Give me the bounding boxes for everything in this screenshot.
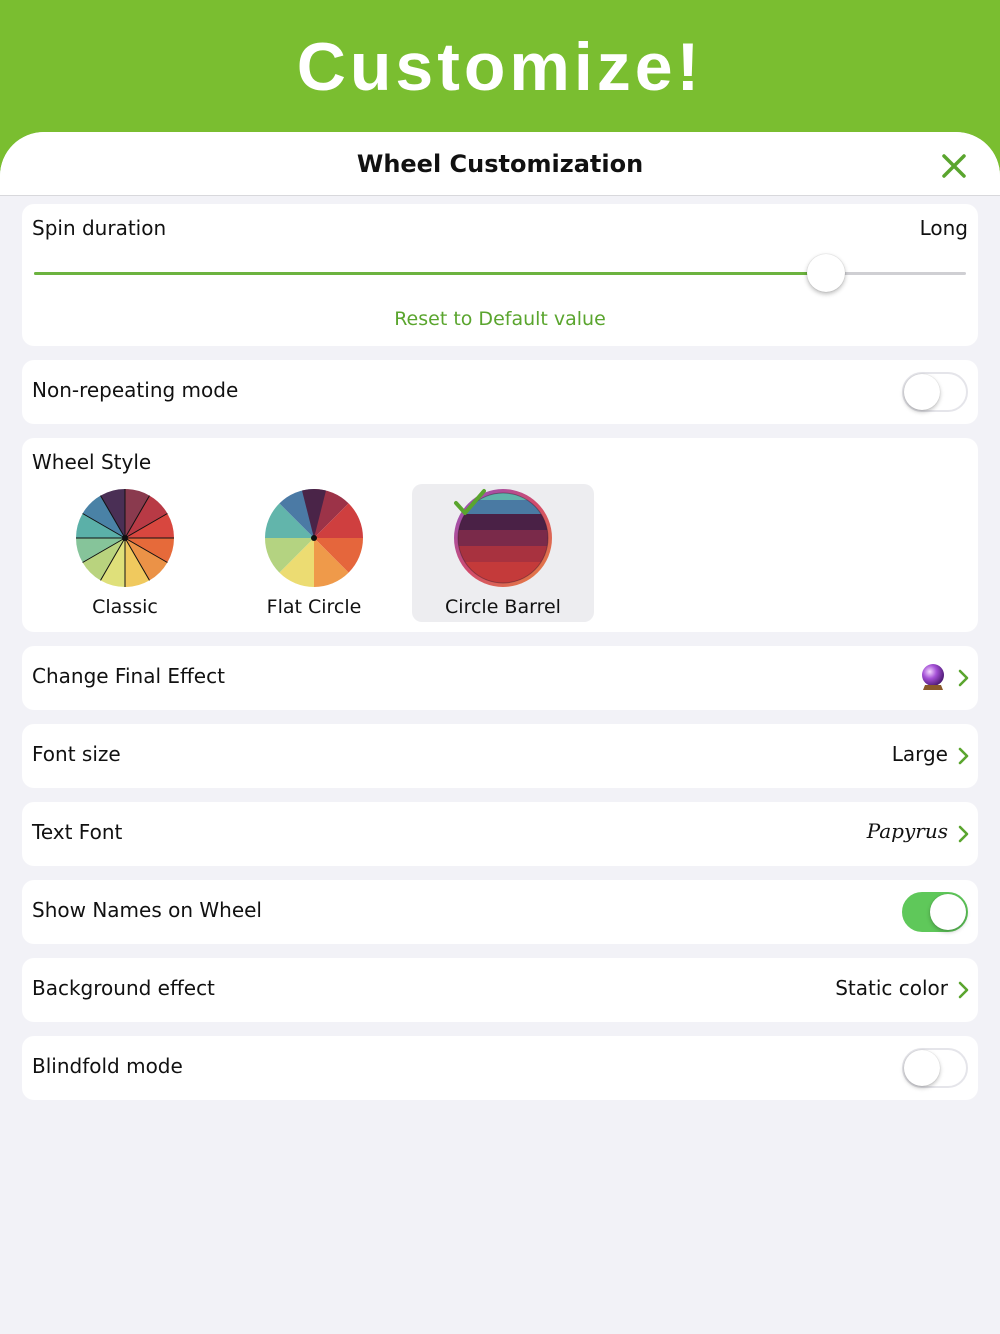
wheel-style-label: Wheel Style bbox=[32, 450, 152, 474]
spin-duration-slider[interactable] bbox=[34, 254, 966, 292]
checkmark-icon bbox=[454, 489, 486, 515]
flat-circle-wheel-icon bbox=[265, 489, 363, 587]
non-repeating-row: Non-repeating mode bbox=[22, 360, 978, 424]
chevron-right-icon bbox=[958, 981, 969, 999]
wheel-style-circle-barrel[interactable]: Circle Barrel bbox=[412, 484, 594, 622]
chevron-right-icon bbox=[958, 669, 969, 687]
style-label-classic: Classic bbox=[92, 596, 158, 618]
background-effect-label: Background effect bbox=[32, 976, 215, 1000]
final-effect-row[interactable]: Change Final Effect bbox=[22, 646, 978, 710]
spin-duration-card: Spin duration Long Reset to Default valu… bbox=[22, 204, 978, 346]
reset-default-link[interactable]: Reset to Default value bbox=[22, 308, 978, 330]
show-names-label: Show Names on Wheel bbox=[32, 898, 262, 922]
chevron-right-icon bbox=[958, 747, 969, 765]
crystal-ball-icon bbox=[922, 664, 944, 690]
non-repeating-toggle[interactable] bbox=[902, 372, 968, 412]
background-effect-row[interactable]: Background effect Static color bbox=[22, 958, 978, 1022]
toggle-knob bbox=[930, 894, 966, 930]
blindfold-toggle[interactable] bbox=[902, 1048, 968, 1088]
slider-thumb[interactable] bbox=[807, 254, 845, 292]
wheel-style-classic[interactable]: Classic bbox=[34, 484, 216, 622]
spin-duration-value: Long bbox=[919, 216, 968, 240]
banner-title: Customize! bbox=[296, 29, 704, 105]
sheet-header: Wheel Customization bbox=[0, 132, 1000, 196]
header-banner: Customize! bbox=[0, 0, 1000, 140]
wheel-style-flat-circle[interactable]: Flat Circle bbox=[223, 484, 405, 622]
sheet-title: Wheel Customization bbox=[356, 150, 644, 178]
text-font-row[interactable]: Text Font Papyrus bbox=[22, 802, 978, 866]
blindfold-row: Blindfold mode bbox=[22, 1036, 978, 1100]
final-effect-label: Change Final Effect bbox=[32, 664, 225, 688]
font-size-row[interactable]: Font size Large bbox=[22, 724, 978, 788]
chevron-right-icon bbox=[958, 825, 969, 843]
blindfold-label: Blindfold mode bbox=[32, 1054, 183, 1078]
background-effect-value: Static color bbox=[835, 976, 948, 1000]
show-names-toggle[interactable] bbox=[902, 892, 968, 932]
text-font-label: Text Font bbox=[32, 820, 123, 844]
style-label-flat-circle: Flat Circle bbox=[266, 596, 362, 618]
toggle-knob bbox=[904, 374, 940, 410]
classic-wheel-icon bbox=[76, 489, 174, 587]
non-repeating-label: Non-repeating mode bbox=[32, 378, 239, 402]
font-size-label: Font size bbox=[32, 742, 121, 766]
wheel-style-card: Wheel Style Classic Flat Circle Circle B… bbox=[22, 438, 978, 632]
style-label-circle-barrel: Circle Barrel bbox=[445, 596, 561, 618]
slider-fill bbox=[34, 272, 826, 275]
show-names-row: Show Names on Wheel bbox=[22, 880, 978, 944]
close-button[interactable] bbox=[936, 148, 972, 184]
toggle-knob bbox=[904, 1050, 940, 1086]
spin-duration-label: Spin duration bbox=[32, 216, 167, 240]
text-font-value: Papyrus bbox=[866, 819, 948, 843]
customization-sheet: Wheel Customization Spin duration Long R… bbox=[0, 132, 1000, 1334]
close-x-icon bbox=[942, 154, 966, 178]
font-size-value: Large bbox=[891, 742, 948, 766]
